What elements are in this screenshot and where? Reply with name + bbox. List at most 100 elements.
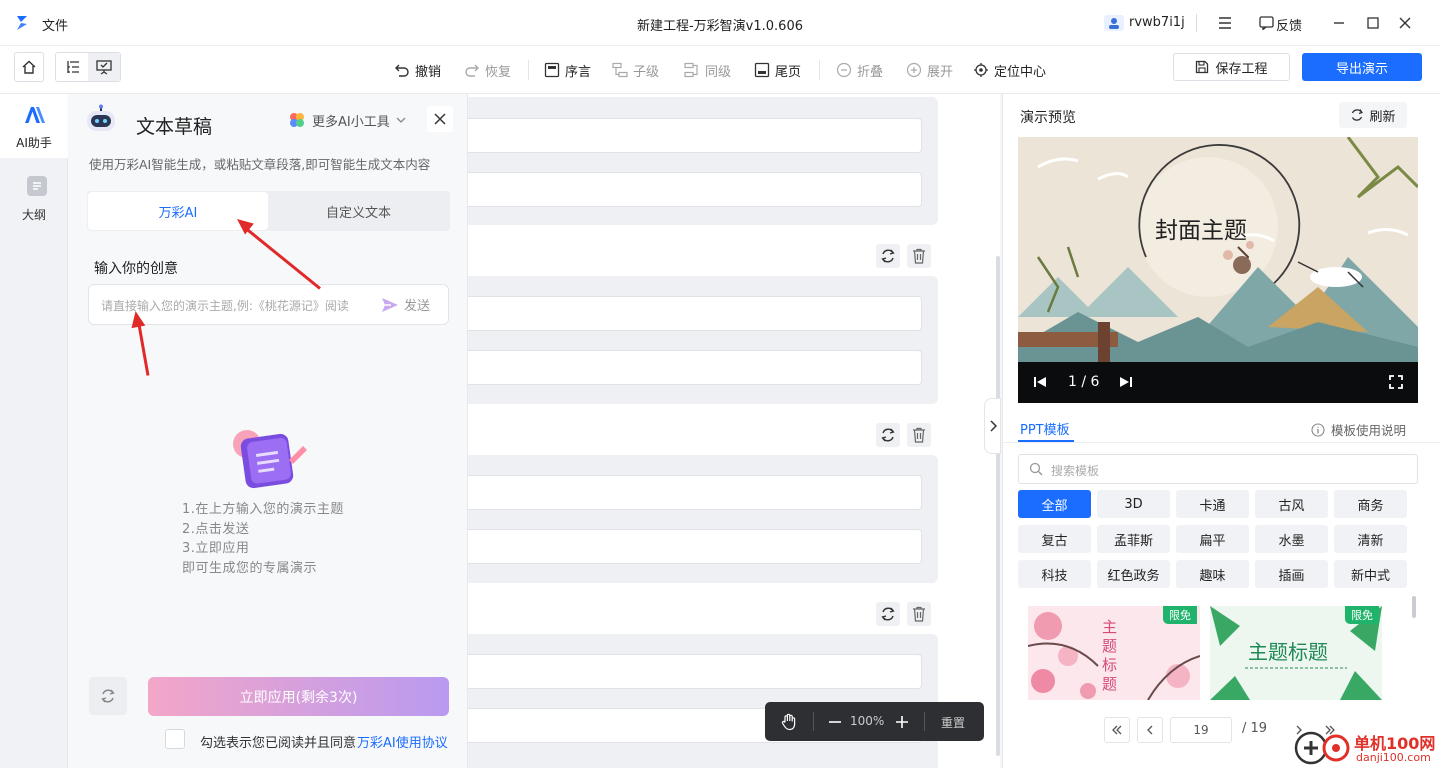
more-ai-tools-dropdown[interactable]: 更多AI小工具 — [288, 110, 406, 130]
zoom-out-icon[interactable] — [827, 714, 843, 730]
reset-zoom-button[interactable]: 重置 — [941, 714, 965, 731]
feedback-button[interactable]: 反馈 — [1276, 15, 1302, 34]
divider — [819, 60, 820, 80]
presentation-view-icon[interactable] — [88, 53, 120, 81]
close-window-icon[interactable] — [1397, 15, 1413, 31]
nav-item-ai-assistant[interactable]: AI助手 — [0, 94, 68, 158]
template-search-input[interactable]: 搜索模板 — [1051, 462, 1099, 479]
locate-center-button[interactable]: 定位中心 — [973, 58, 1046, 82]
zoom-level: 100% — [850, 714, 885, 728]
first-slide-icon[interactable] — [1032, 375, 1048, 389]
template-help-link[interactable]: 模板使用说明 — [1311, 420, 1406, 439]
ending-icon — [754, 62, 770, 78]
text-field[interactable] — [468, 654, 922, 689]
ending-button[interactable]: 尾页 — [754, 58, 801, 82]
collapse-button[interactable]: 折叠 — [836, 58, 883, 82]
tag-business[interactable]: 商务 — [1334, 490, 1407, 518]
next-slide-icon[interactable] — [1118, 375, 1134, 389]
preface-button[interactable]: 序言 — [544, 58, 591, 82]
document-illustration-icon — [227, 424, 309, 490]
tag-fun[interactable]: 趣味 — [1176, 560, 1249, 588]
collapse-preview-toggle[interactable] — [984, 398, 1001, 454]
agree-link[interactable]: 万彩AI使用协议 — [357, 732, 448, 751]
maximize-icon[interactable] — [1365, 15, 1381, 31]
tag-tech[interactable]: 科技 — [1018, 560, 1091, 588]
tag-cartoon[interactable]: 卡通 — [1176, 490, 1249, 518]
export-button[interactable]: 导出演示 — [1302, 53, 1422, 81]
redo-button[interactable]: 恢复 — [464, 58, 511, 82]
text-field[interactable] — [468, 296, 922, 331]
slide-preview[interactable]: 封面主题 — [1018, 137, 1418, 362]
sibling-level-button[interactable]: 同级 — [684, 58, 731, 82]
locate-icon — [973, 62, 989, 78]
save-project-button[interactable]: 保存工程 — [1173, 53, 1290, 81]
input-label: 输入你的创意 — [94, 261, 178, 277]
tag-3d[interactable]: 3D — [1097, 490, 1170, 518]
panel-title: 文本草稿 — [136, 116, 213, 138]
text-field[interactable] — [468, 172, 922, 207]
preview-header: 演示预览 — [1020, 110, 1076, 126]
tag-retro[interactable]: 复古 — [1018, 525, 1091, 553]
home-icon[interactable] — [14, 52, 44, 82]
tag-red-government[interactable]: 红色政务 — [1097, 560, 1170, 588]
fullscreen-icon[interactable] — [1388, 374, 1404, 390]
tag-all[interactable]: 全部 — [1018, 490, 1091, 518]
search-icon — [1029, 462, 1043, 476]
tag-ink[interactable]: 水墨 — [1255, 525, 1328, 553]
text-field[interactable] — [468, 475, 922, 510]
outline-label: 大纲 — [21, 208, 46, 222]
refresh-icon[interactable] — [89, 677, 127, 715]
template-scrollbar[interactable] — [1412, 596, 1416, 618]
file-menu[interactable]: 文件 — [42, 15, 68, 34]
expand-button[interactable]: 展开 — [906, 58, 953, 82]
close-panel-icon[interactable] — [427, 106, 453, 132]
delete-icon[interactable] — [907, 602, 931, 626]
free-badge: 限免 — [1163, 606, 1197, 624]
regenerate-icon[interactable] — [876, 602, 900, 626]
menu-icon[interactable] — [1217, 15, 1233, 31]
text-field[interactable] — [468, 118, 922, 153]
user-avatar-icon[interactable] — [1104, 15, 1124, 31]
send-label: 发送 — [404, 299, 431, 314]
tag-memphis[interactable]: 孟菲斯 — [1097, 525, 1170, 553]
slide-title: 封面主题 — [1155, 218, 1247, 244]
nav-item-outline[interactable]: 大纲 — [0, 170, 68, 226]
apply-button[interactable]: 立即应用(剩余3次) — [148, 677, 449, 716]
undo-button[interactable]: 撤销 — [394, 58, 441, 82]
prev-page-icon[interactable] — [1137, 717, 1163, 743]
first-page-icon[interactable] — [1104, 717, 1130, 743]
template-card[interactable]: 主题标题 限免 — [1028, 606, 1200, 700]
child-level-button[interactable]: 子级 — [612, 58, 659, 82]
delete-icon[interactable] — [907, 244, 931, 268]
tag-illustration[interactable]: 插画 — [1255, 560, 1328, 588]
panel-subtitle: 使用万彩AI智能生成，或粘贴文章段落,即可智能生成文本内容 — [89, 157, 431, 172]
username[interactable]: rvwb7i1j — [1129, 15, 1185, 30]
regenerate-icon[interactable] — [876, 423, 900, 447]
zoom-in-icon[interactable] — [894, 714, 910, 730]
collapse-label: 折叠 — [857, 64, 884, 80]
refresh-preview-button[interactable]: 刷新 — [1339, 102, 1407, 128]
landscape-illustration — [1018, 137, 1418, 362]
tab-custom-text[interactable]: 自定义文本 — [268, 192, 449, 230]
minimize-icon[interactable] — [1331, 15, 1347, 31]
tag-flat[interactable]: 扁平 — [1176, 525, 1249, 553]
feedback-icon[interactable] — [1258, 15, 1274, 31]
canvas-zoom-bar: 100% 重置 — [765, 702, 984, 741]
text-field[interactable] — [468, 529, 922, 564]
editor-scrollbar[interactable] — [996, 256, 1000, 756]
page-number-input[interactable]: 19 — [1170, 717, 1232, 743]
hand-tool-icon[interactable] — [779, 712, 799, 732]
expand-icon — [906, 62, 922, 78]
delete-icon[interactable] — [907, 423, 931, 447]
regenerate-icon[interactable] — [876, 244, 900, 268]
agree-checkbox[interactable] — [165, 729, 185, 749]
template-card[interactable]: 主题标题 限免 — [1210, 606, 1382, 700]
send-button[interactable]: 发送 — [381, 295, 430, 314]
tag-ancient[interactable]: 古风 — [1255, 490, 1328, 518]
tab-ppt-templates[interactable]: PPT模板 — [1020, 419, 1070, 438]
tag-new-chinese[interactable]: 新中式 — [1334, 560, 1407, 588]
text-field[interactable] — [468, 350, 922, 385]
tag-fresh[interactable]: 清新 — [1334, 525, 1407, 553]
outline-view-icon[interactable] — [56, 53, 88, 81]
more-ai-tools-label: 更多AI小工具 — [312, 114, 390, 130]
